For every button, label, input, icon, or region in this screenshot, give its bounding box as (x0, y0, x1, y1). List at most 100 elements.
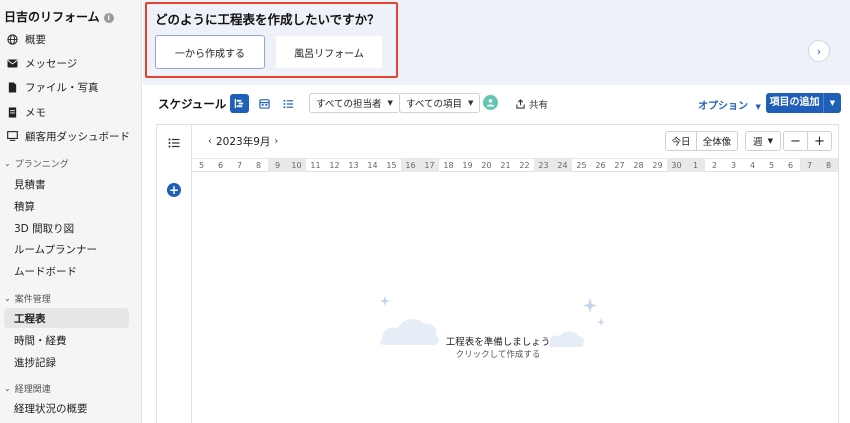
day-cell: 9 (268, 159, 287, 172)
caret-down-icon: ▼ (755, 103, 761, 111)
section-accounting[interactable]: ⌄ 経理関連 (4, 382, 51, 395)
avatar[interactable] (483, 95, 498, 110)
day-cell: 12 (329, 161, 340, 170)
day-cell: 6 (787, 161, 794, 170)
prev-month-button[interactable]: ‹ (208, 136, 212, 147)
sidebar-item-messages[interactable]: メッセージ (0, 53, 141, 73)
day-cell: 13 (348, 161, 359, 170)
chevron-right-icon: › (816, 44, 822, 58)
sidebar-item-takeoff[interactable]: 積算 (0, 196, 141, 216)
sidebar-item-moodboard[interactable]: ムードボード (0, 261, 141, 281)
task-column (156, 124, 192, 423)
share-icon (516, 99, 525, 109)
day-cell: 1 (686, 159, 705, 172)
day-cell: 3 (730, 161, 737, 170)
section-project-management[interactable]: ⌄ 案件管理 (4, 292, 51, 305)
project-title-text: 日吉のリフォーム (4, 10, 100, 24)
memo-icon (5, 106, 19, 118)
share-button[interactable]: 共有 (516, 97, 548, 111)
day-cell: 14 (367, 161, 378, 170)
day-cell: 18 (443, 161, 454, 170)
list-view-button[interactable] (279, 94, 298, 113)
sidebar-item-files[interactable]: ファイル・写真 (0, 77, 141, 97)
file-icon (5, 81, 19, 93)
day-cell: 10 (287, 159, 306, 172)
day-header-row: 5 6 7 8 9 10 11 12 13 14 15 16 17 18 19 20 21 22 23 24 25 26 2… (192, 158, 838, 172)
month-navigator: ‹ 2023年9月 › (204, 134, 282, 149)
dropdown-value: すべての項目 (406, 99, 462, 110)
caret-down-icon[interactable]: ▼ (824, 99, 841, 107)
sidebar-item-customer-dashboard[interactable]: 顧客用ダッシュボード (0, 126, 141, 146)
zoom-out-button[interactable]: − (783, 131, 808, 151)
sidebar-item-progress-log[interactable]: 進捗記録 (0, 352, 141, 372)
day-cell: 30 (667, 159, 686, 172)
sidebar-item-label: ファイル・写真 (25, 81, 99, 94)
dropdown-value: すべての担当者 (316, 99, 382, 110)
mail-icon (5, 58, 19, 68)
day-cell: 15 (386, 161, 397, 170)
sidebar-item-label: 概要 (25, 33, 46, 46)
day-cell: 5 (768, 161, 775, 170)
sidebar-item-label: 顧客用ダッシュボード (25, 130, 130, 143)
today-button[interactable]: 今日 (665, 131, 697, 151)
sidebar-item-label: ムードボード (14, 265, 77, 278)
item-filter-dropdown[interactable]: すべての項目 ▼ (399, 93, 481, 113)
sidebar-item-label: 経理状況の概要 (14, 402, 88, 415)
section-label: 経理関連 (14, 385, 51, 395)
sidebar-item-label: 時間・経費 (14, 334, 67, 347)
chevron-down-icon: ⌄ (4, 384, 11, 393)
sidebar-item-label: メモ (25, 106, 46, 119)
day-cell: 11 (310, 161, 321, 170)
day-cell: 7 (800, 159, 819, 172)
sidebar-item-accounting-overview[interactable]: 経理状況の概要 (0, 398, 141, 418)
day-cell: 16 (401, 159, 420, 172)
day-cell: 8 (819, 159, 838, 172)
sidebar-item-3d-floorplan[interactable]: 3D 間取り図 (0, 218, 141, 238)
sidebar-item-memo[interactable]: メモ (0, 102, 141, 122)
day-cell: 17 (420, 159, 439, 172)
zoom-in-button[interactable]: + (807, 131, 832, 151)
day-cell: 7 (236, 161, 243, 170)
day-cell: 28 (633, 161, 644, 170)
sidebar-item-label: 3D 間取り図 (14, 222, 75, 235)
sidebar-item-estimate[interactable]: 見積書 (0, 174, 141, 194)
create-from-scratch-button[interactable]: 一から作成する (155, 35, 265, 69)
day-cell: 27 (614, 161, 625, 170)
banner-question: どのように工程表を作成したいですか？ (155, 12, 380, 27)
project-title: 日吉のリフォーム i (4, 8, 114, 25)
sidebar-item-schedule[interactable]: 工程表 (4, 308, 129, 328)
add-item-label: 項目の追加 (766, 93, 824, 113)
sidebar-item-overview[interactable]: 概要 (0, 29, 141, 49)
sidebar-item-time-expenses[interactable]: 時間・経費 (0, 330, 141, 350)
day-cell: 29 (652, 161, 663, 170)
calendar-view-button[interactable] (255, 94, 274, 113)
period-dropdown[interactable]: 週 ▼ (745, 131, 781, 151)
banner-next-button[interactable]: › (808, 40, 830, 62)
info-icon[interactable]: i (103, 13, 114, 23)
task-list-toggle[interactable] (168, 138, 180, 151)
day-cell: 25 (576, 161, 587, 170)
overview-button[interactable]: 全体像 (696, 131, 738, 151)
dashboard-icon (5, 131, 19, 141)
assignee-filter-dropdown[interactable]: すべての担当者 ▼ (309, 93, 400, 113)
period-label: 週 (753, 137, 763, 148)
section-planning[interactable]: ⌄ プランニング (4, 157, 69, 170)
sidebar-item-label: メッセージ (25, 57, 78, 70)
chevron-down-icon: ⌄ (4, 294, 11, 303)
next-month-button[interactable]: › (274, 136, 278, 147)
schedule-heading: スケジュール (158, 97, 227, 111)
sidebar-item-label: 工程表 (14, 312, 46, 325)
bath-remodel-template-button[interactable]: 風呂リフォーム (275, 35, 383, 69)
sidebar-item-room-planner[interactable]: ルームプランナー (0, 239, 141, 259)
day-cell: 6 (217, 161, 224, 170)
gantt-view-button[interactable] (230, 94, 249, 113)
section-label: プランニング (14, 160, 69, 170)
sidebar-item-label: ルームプランナー (14, 243, 98, 256)
add-task-button[interactable]: + (167, 183, 181, 197)
options-dropdown[interactable]: オプション ▼ (698, 97, 761, 112)
add-item-button[interactable]: 項目の追加 ▼ (766, 93, 841, 113)
day-cell: 8 (255, 161, 262, 170)
caret-down-icon: ▼ (467, 99, 474, 107)
empty-state-create-link[interactable]: クリックして作成する (380, 348, 616, 360)
day-cell: 4 (749, 161, 756, 170)
